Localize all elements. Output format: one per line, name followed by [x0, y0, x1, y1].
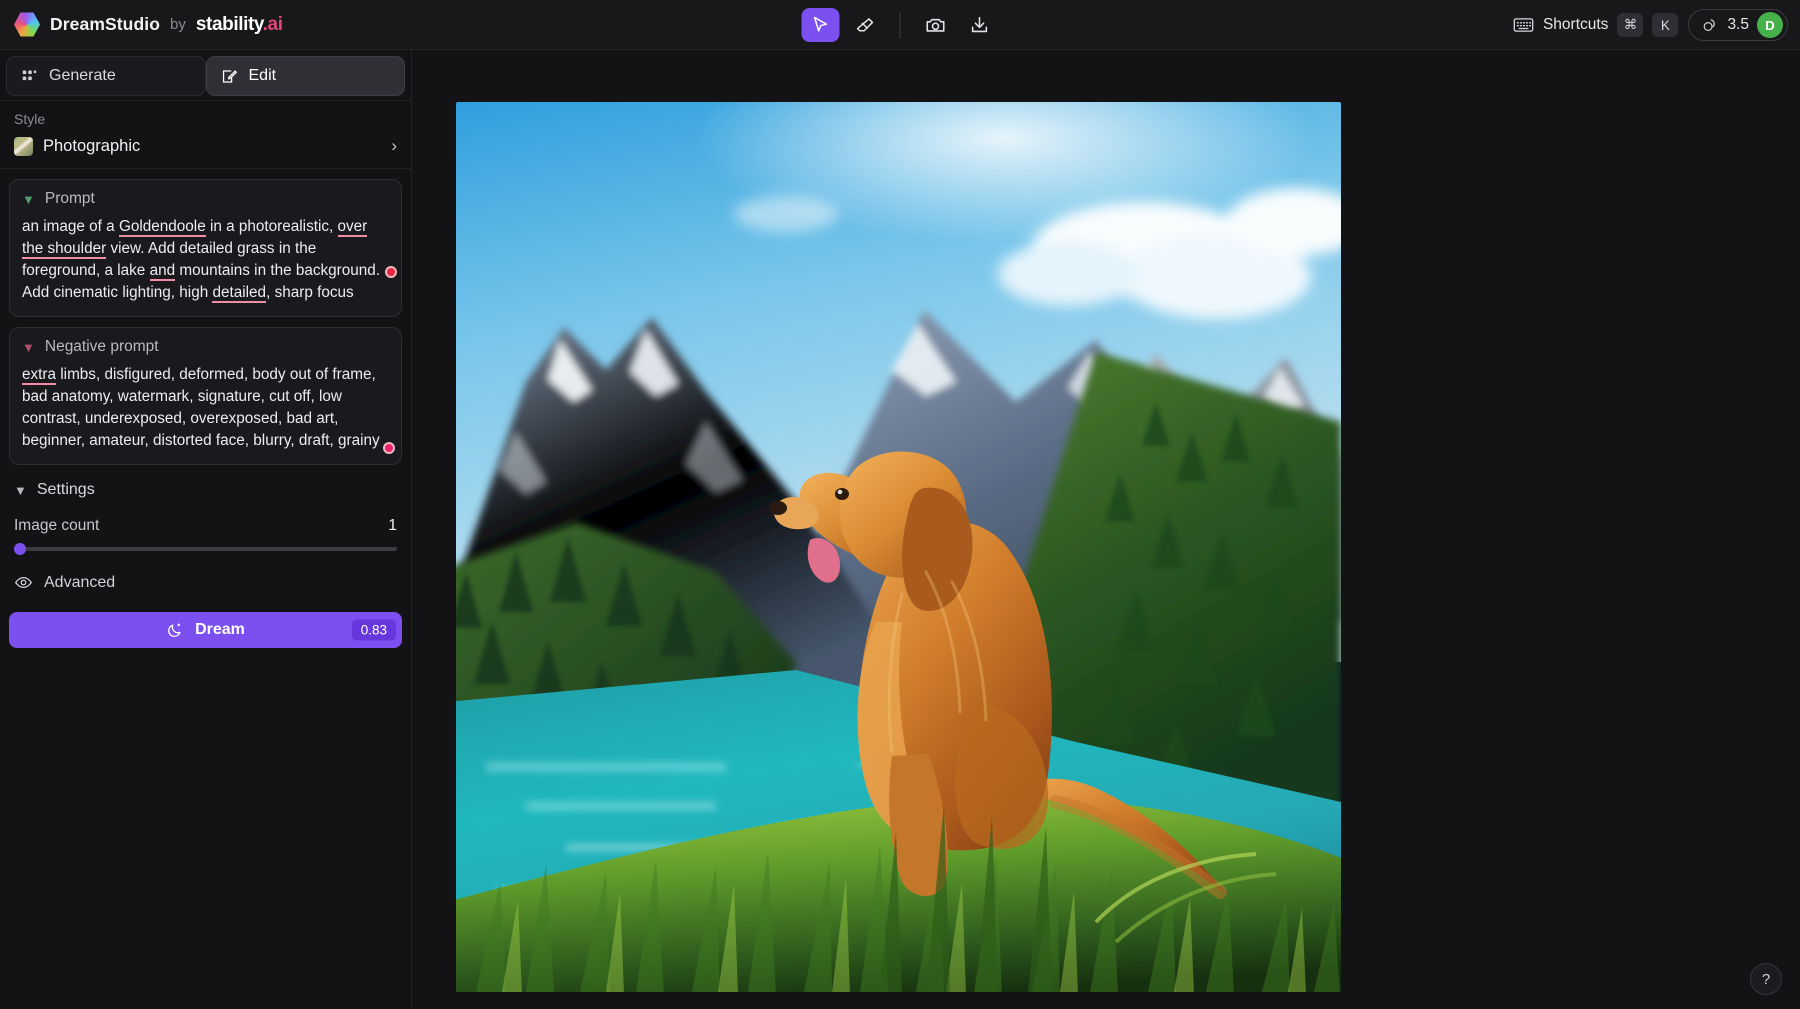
negative-prompt-header[interactable]: ▼ Negative prompt: [22, 338, 389, 356]
credits-value: 3.5: [1727, 16, 1749, 33]
style-thumbnail-icon: [14, 136, 33, 156]
select-tool-button[interactable]: [801, 8, 840, 42]
chevron-down-icon: ▼: [22, 191, 35, 207]
camera-icon: [926, 18, 945, 32]
dreamstudio-logo-icon: [14, 12, 40, 37]
eraser-icon: [856, 17, 873, 31]
chevron-down-icon: ▼: [14, 482, 27, 498]
divider-style: [0, 168, 411, 169]
user-avatar[interactable]: D: [1757, 12, 1783, 38]
tab-generate[interactable]: Generate: [6, 56, 206, 96]
credits-coins-icon: [1704, 19, 1716, 31]
prompt-cursor-marker: [385, 266, 397, 278]
shortcuts-label: Shortcuts: [1542, 16, 1609, 33]
style-section: Style Photographic ›: [0, 101, 411, 168]
dream-label: Dream: [195, 621, 245, 638]
style-selector[interactable]: Photographic ›: [14, 136, 397, 156]
top-bar: DreamStudio by stability.ai Shortcuts ⌘ …: [0, 0, 1800, 50]
eraser-tool-button[interactable]: [846, 8, 884, 42]
keyboard-icon: [1513, 18, 1534, 32]
generated-image[interactable]: [456, 102, 1341, 992]
negative-prompt-cursor-marker: [383, 442, 395, 454]
negative-prompt-panel[interactable]: ▼ Negative prompt extra limbs, disfigure…: [9, 327, 402, 465]
shortcuts-button[interactable]: Shortcuts ⌘ K: [1513, 13, 1679, 37]
style-section-label: Style: [14, 111, 46, 127]
slider-thumb[interactable]: [14, 543, 26, 555]
prompt-header[interactable]: ▼ Prompt: [22, 190, 389, 208]
image-count-label: Image count: [14, 517, 100, 534]
credits-pill[interactable]: 3.5 D: [1688, 9, 1788, 41]
image-count-slider[interactable]: [14, 543, 397, 555]
cursor-arrow-icon: [813, 16, 828, 32]
shortcut-key-modifier: ⌘: [1617, 13, 1644, 37]
grid-dots-icon: [22, 70, 37, 80]
image-count-value: 1: [388, 517, 397, 534]
top-right-controls: Shortcuts ⌘ K 3.5 D: [1513, 0, 1788, 50]
download-tool-button[interactable]: [961, 8, 999, 42]
prompt-title: Prompt: [44, 190, 95, 207]
advanced-label: Advanced: [44, 573, 116, 591]
pencil-square-icon: [222, 69, 237, 83]
tab-edit-label: Edit: [248, 67, 277, 84]
canvas-tools: [801, 0, 999, 50]
settings-header[interactable]: ▼ Settings: [0, 465, 411, 509]
settings-title: Settings: [36, 481, 95, 498]
chevron-down-icon: ▼: [22, 339, 35, 355]
download-icon: [971, 16, 988, 33]
moon-sparkle-icon: [168, 623, 181, 637]
prompt-input[interactable]: an image of a Goldendoole in a photoreal…: [22, 216, 389, 304]
tab-edit[interactable]: Edit: [205, 56, 405, 96]
canvas-area[interactable]: ?: [413, 50, 1800, 1009]
brand-by-label: by: [170, 16, 186, 33]
mode-tabs: Generate Edit: [0, 50, 411, 100]
prompt-panel[interactable]: ▼ Prompt an image of a Goldendoole in a …: [9, 179, 402, 317]
shortcut-key-letter: K: [1652, 13, 1679, 37]
chevron-right-icon: ›: [391, 136, 397, 155]
dream-section: Dream 0.83: [0, 592, 411, 648]
brand-company: stability.ai: [195, 13, 283, 35]
style-selected-label: Photographic: [43, 136, 141, 155]
negative-prompt-input[interactable]: extra limbs, disfigured, deformed, body …: [22, 364, 389, 452]
left-sidebar: Generate Edit Style Photographic › ▼ Pro…: [0, 50, 412, 1009]
tool-divider: [899, 12, 901, 38]
help-label: ?: [1761, 970, 1771, 988]
screenshot-tool-button[interactable]: [917, 8, 955, 42]
help-button[interactable]: ?: [1750, 963, 1782, 995]
tab-generate-label: Generate: [49, 67, 116, 84]
image-count-setting: Image count 1: [0, 509, 411, 555]
negative-prompt-title: Negative prompt: [44, 338, 159, 355]
dream-button[interactable]: Dream 0.83: [9, 612, 402, 648]
dream-cost-badge: 0.83: [351, 619, 396, 641]
eye-icon: [14, 576, 33, 589]
brand-name: DreamStudio: [50, 14, 161, 34]
brand: DreamStudio by stability.ai: [0, 12, 283, 38]
advanced-toggle[interactable]: Advanced: [0, 551, 411, 592]
